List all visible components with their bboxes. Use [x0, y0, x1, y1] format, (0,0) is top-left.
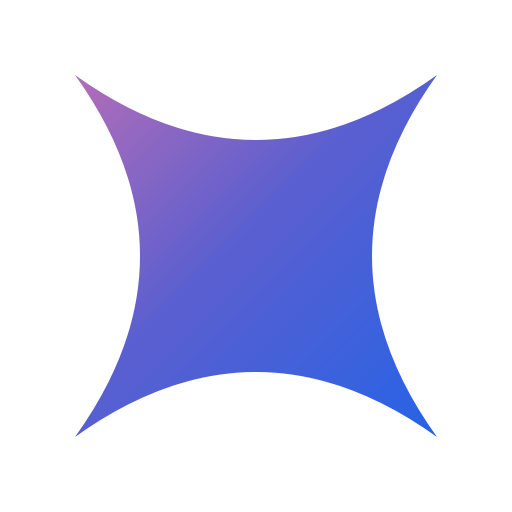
logo-canvas	[0, 0, 512, 512]
curved-star-shape	[75, 75, 437, 437]
curved-star-icon	[75, 75, 437, 437]
